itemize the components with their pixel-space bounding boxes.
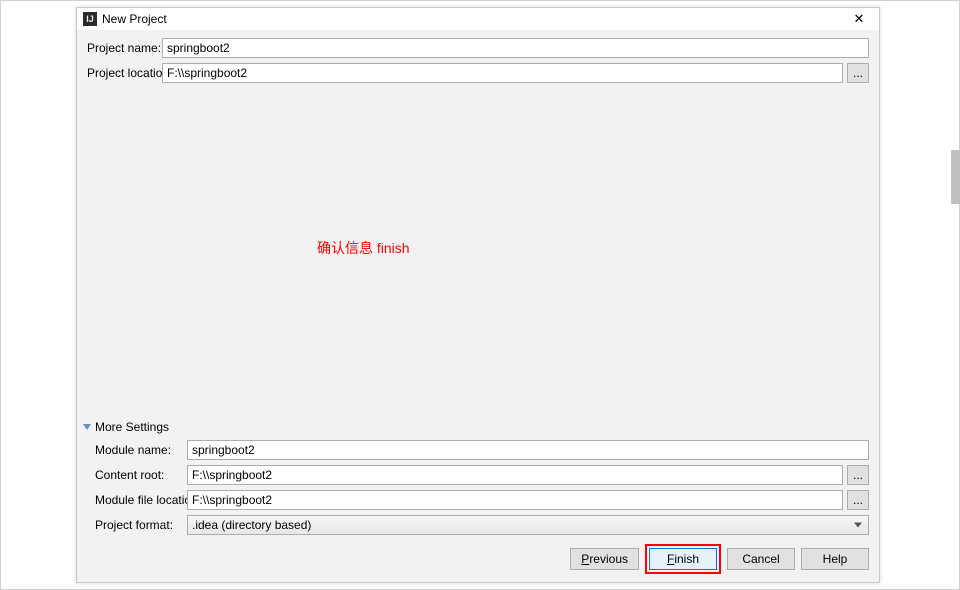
project-name-label: Project name:: [87, 41, 162, 55]
more-settings-label: More Settings: [95, 420, 169, 434]
dialog-content: Project name: Project location: ... 确认信息…: [77, 30, 879, 584]
project-format-value: .idea (directory based): [192, 518, 311, 532]
project-format-label: Project format:: [81, 518, 187, 532]
cancel-button[interactable]: Cancel: [727, 548, 795, 570]
row-content-root: Content root: ...: [81, 465, 869, 485]
row-project-name: Project name:: [87, 38, 869, 58]
row-module-name: Module name:: [81, 440, 869, 460]
more-settings-section: More Settings Module name: Content root:…: [81, 420, 869, 540]
project-location-input[interactable]: [162, 63, 843, 83]
finish-button[interactable]: Finish: [649, 548, 717, 570]
cancel-label: Cancel: [742, 552, 779, 566]
chevron-down-icon: [854, 523, 862, 528]
content-root-label: Content root:: [81, 468, 187, 482]
finish-rest: inish: [674, 552, 699, 566]
content-root-input[interactable]: [187, 465, 843, 485]
browse-location-button[interactable]: ...: [847, 63, 869, 83]
previous-button[interactable]: Previous: [570, 548, 639, 570]
close-icon[interactable]: ✕: [845, 8, 873, 30]
app-icon-glyph: IJ: [86, 15, 94, 24]
chevron-down-icon: [83, 424, 91, 430]
module-file-location-input[interactable]: [187, 490, 843, 510]
module-name-input[interactable]: [187, 440, 869, 460]
module-name-label: Module name:: [81, 443, 187, 457]
row-project-location: Project location: ...: [87, 63, 869, 83]
more-settings-body: Module name: Content root: ... Module fi…: [81, 440, 869, 535]
page-canvas: IJ New Project ✕ Project name: Project l…: [0, 0, 960, 590]
previous-rest: revious: [589, 552, 628, 566]
window-title: New Project: [102, 12, 845, 26]
finish-highlight-box: Finish: [645, 544, 721, 574]
row-module-file-location: Module file location: ...: [81, 490, 869, 510]
project-location-label: Project location:: [87, 66, 162, 80]
red-annotation: 确认信息 finish: [317, 238, 410, 258]
browse-content-root-button[interactable]: ...: [847, 465, 869, 485]
project-name-input[interactable]: [162, 38, 869, 58]
row-project-format: Project format: .idea (directory based): [81, 515, 869, 535]
more-settings-toggle[interactable]: More Settings: [81, 420, 869, 434]
browse-module-file-button[interactable]: ...: [847, 490, 869, 510]
project-format-select[interactable]: .idea (directory based): [187, 515, 869, 535]
help-button[interactable]: Help: [801, 548, 869, 570]
help-label: Help: [823, 552, 848, 566]
outer-scrollbar-thumb[interactable]: [951, 150, 960, 204]
titlebar: IJ New Project ✕: [77, 8, 879, 30]
new-project-dialog: IJ New Project ✕ Project name: Project l…: [76, 7, 880, 583]
dialog-button-row: Previous Finish Cancel Help: [570, 548, 869, 574]
app-icon: IJ: [83, 12, 97, 26]
module-file-location-label: Module file location:: [81, 493, 187, 507]
